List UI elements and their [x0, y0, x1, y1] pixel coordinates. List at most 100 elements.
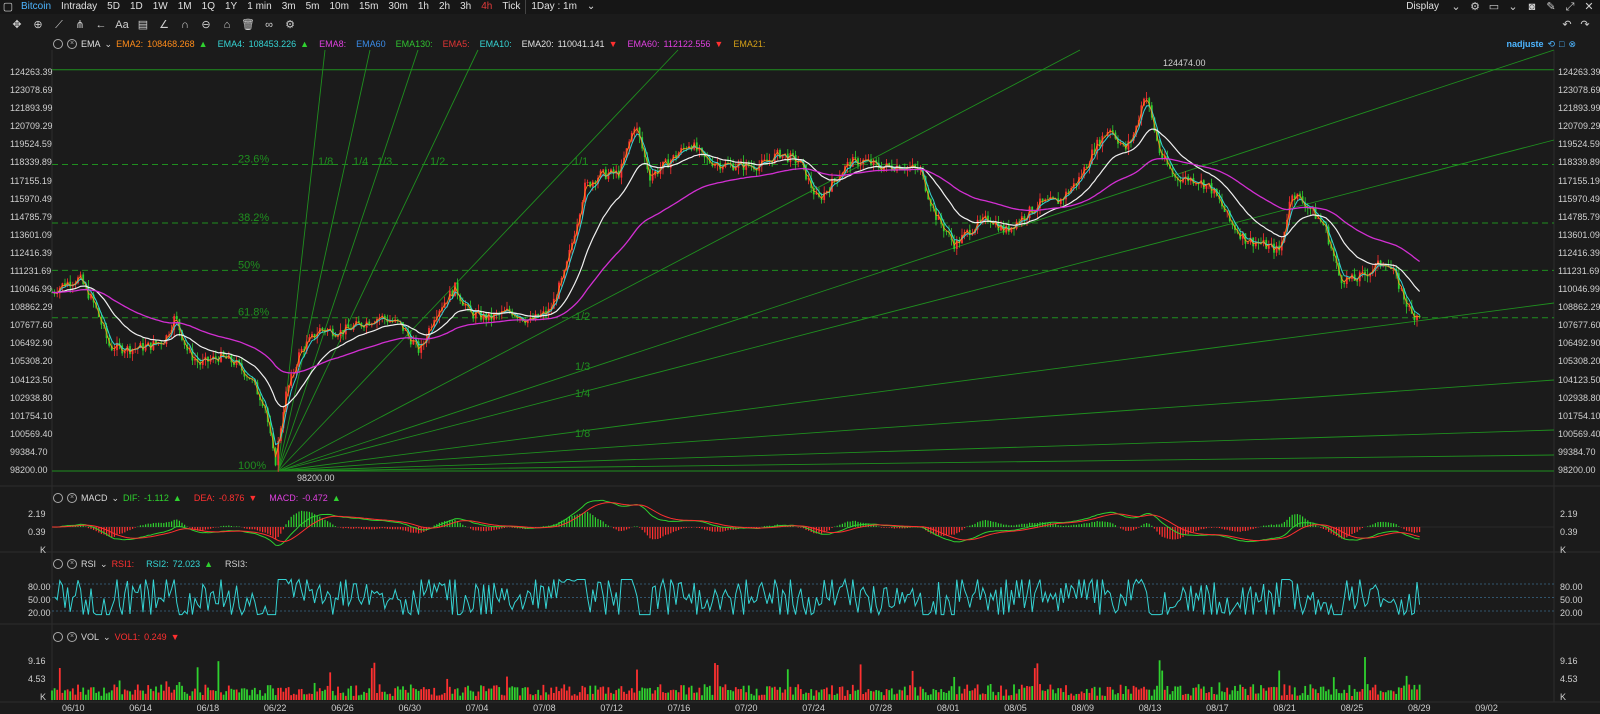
volume-bar	[610, 692, 612, 700]
chevron-down-icon[interactable]: ⌄	[100, 559, 108, 570]
volume-bar	[454, 689, 456, 700]
sub-axis-tick: 2.19	[28, 509, 46, 519]
volume-bar	[922, 688, 924, 700]
candle-body	[1345, 276, 1348, 285]
volume-bar	[662, 692, 664, 700]
chevron-down-icon[interactable]: ⌄	[112, 493, 120, 504]
volume-bar	[1369, 690, 1372, 700]
volume-bar	[357, 695, 360, 700]
volume-bar	[1301, 693, 1304, 700]
volume-bar	[776, 689, 779, 700]
volume-bar	[877, 690, 880, 700]
volume-bar	[599, 687, 602, 700]
volume-bar	[339, 692, 342, 700]
close-icon[interactable]: ×	[67, 632, 77, 642]
volume-bar	[1262, 688, 1265, 700]
volume-bar	[747, 685, 750, 700]
volume-bar	[412, 688, 415, 700]
volume-bar	[802, 694, 805, 700]
volume-bar	[344, 695, 347, 700]
volume-bar	[971, 690, 974, 700]
volume-bar	[1114, 694, 1117, 700]
volume-bar	[1296, 695, 1299, 700]
volume-bar	[204, 684, 207, 700]
volume-bar	[729, 690, 732, 700]
volume-bar	[812, 695, 815, 700]
volume-bar	[105, 693, 108, 700]
volume-bar	[1418, 684, 1421, 700]
volume-bar	[721, 687, 724, 700]
volume-bar	[251, 689, 254, 700]
chart-canvas[interactable]: 23.6% 38.2% 50% 61.8% 100% 1/8 1/4 1/3 1/2 1/1 1/2…	[0, 0, 1600, 714]
volume-bar	[149, 688, 152, 700]
volume-bar	[1049, 684, 1052, 700]
chevron-down-icon[interactable]: ⌄	[103, 632, 111, 643]
volume-bar	[1299, 695, 1301, 700]
fan-label: 1/1	[573, 156, 588, 168]
volume-bar	[365, 692, 368, 700]
volume-bar	[446, 678, 449, 700]
volume-bar	[552, 692, 555, 700]
volume-bar	[191, 691, 194, 700]
close-icon[interactable]: ×	[67, 493, 77, 503]
volume-bar	[851, 684, 854, 700]
volume-bar	[285, 688, 287, 700]
volume-bar	[534, 694, 537, 700]
close-icon[interactable]: ×	[67, 559, 77, 569]
volume-bar	[919, 686, 922, 700]
volume-bar	[417, 690, 420, 700]
volume-bar	[1098, 687, 1101, 700]
volume-bar	[1119, 684, 1122, 700]
volume-bar	[170, 692, 173, 700]
volume-bar	[490, 688, 493, 700]
volume-bar	[656, 687, 659, 700]
price-tick: 115970.49	[10, 193, 52, 204]
macd-name[interactable]: MACD	[81, 493, 108, 503]
volume-bar	[389, 693, 391, 700]
sub-axis-tick: 0.39	[28, 527, 46, 537]
volume-bar	[69, 691, 72, 700]
volume-bar	[1356, 691, 1359, 700]
gear-icon[interactable]	[53, 493, 63, 503]
rsi-name[interactable]: RSI	[81, 559, 96, 569]
price-tick: 120709.29	[10, 121, 53, 132]
volume-bar	[485, 691, 488, 700]
gear-icon[interactable]	[53, 559, 63, 569]
volume-bar	[1036, 663, 1039, 700]
price-tick: 99384.70	[10, 446, 48, 457]
volume-bar	[121, 694, 124, 700]
price-tick: 107677.60	[1558, 320, 1600, 331]
volume-bar	[396, 686, 399, 700]
date-tick: 07/28	[869, 703, 893, 713]
volume-bar	[1254, 693, 1257, 700]
sub-axis-tick: 0.39	[1560, 527, 1578, 537]
volume-bar	[1247, 695, 1249, 700]
volume-bar	[550, 687, 553, 700]
volume-bar	[633, 692, 636, 700]
volume-bar	[298, 689, 300, 700]
volume-bar	[1306, 694, 1309, 700]
volume-bar	[1267, 687, 1270, 700]
dif-label: DIF:	[123, 493, 141, 503]
volume-bar	[594, 685, 597, 700]
volume-bar	[789, 686, 792, 700]
volume-bar	[474, 695, 477, 700]
date-tick: 06/18	[196, 703, 220, 713]
high-price-label: 124474.00	[1163, 58, 1206, 68]
volume-bar	[144, 693, 147, 700]
volume-bar	[1265, 690, 1268, 700]
volume-bar	[1335, 689, 1338, 700]
price-tick: 101754.10	[10, 410, 53, 421]
volume-bar	[435, 695, 438, 700]
volume-bar	[131, 694, 134, 700]
date-tick: 08/25	[1340, 703, 1364, 713]
price-tick: 120709.29	[1558, 121, 1600, 132]
volume-bar	[909, 685, 911, 700]
volume-bar	[1405, 675, 1408, 700]
volume-bar	[196, 667, 199, 700]
volume-bar	[1244, 688, 1247, 700]
volume-bar	[636, 669, 638, 700]
vol-name[interactable]: VOL	[81, 632, 99, 642]
candle-body	[1195, 183, 1197, 185]
gear-icon[interactable]	[53, 632, 63, 642]
